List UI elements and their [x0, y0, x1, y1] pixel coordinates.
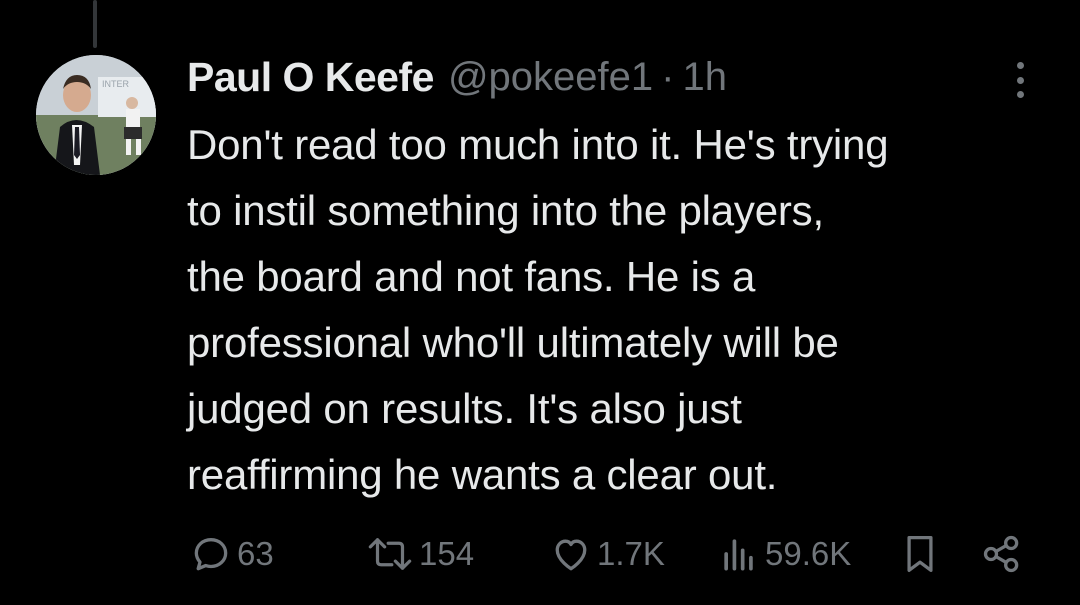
tweet-header: Paul O Keefe @pokeefe1 · 1h [187, 52, 727, 102]
tweet-text-line: reaffirming he wants a clear out. [187, 451, 778, 498]
reply-button[interactable]: 63 [189, 530, 274, 578]
header-separator: · [661, 54, 675, 99]
bar-chart-icon [724, 539, 753, 571]
ellipsis-dot [1016, 91, 1024, 98]
views-button[interactable]: 59.6K [717, 530, 851, 578]
tweet-text-line: to instil something into the players, [187, 187, 824, 234]
avatar[interactable]: INTER [36, 55, 156, 175]
view-count: 59.6K [765, 535, 852, 572]
tweet-actions-bar: 63 154 1.7K 59.6K [0, 530, 1080, 578]
avatar-sign-text: INTER [102, 79, 130, 89]
bookmark-button[interactable] [900, 530, 940, 578]
bookmark-icon [907, 536, 933, 572]
tweet-text-line: judged on results. It's also just [187, 385, 742, 432]
speech-bubble-icon [194, 538, 228, 571]
avatar-photo: INTER [36, 55, 156, 175]
ellipsis-dot [1016, 76, 1024, 84]
share-nodes-icon [983, 535, 1019, 573]
repost-arrows-icon [368, 538, 412, 570]
vertical-ellipsis-icon [1016, 62, 1024, 69]
like-count: 1.7K [597, 535, 665, 572]
reply-count: 63 [237, 535, 274, 572]
tweet-timestamp[interactable]: 1h [682, 55, 727, 100]
repost-button[interactable]: 154 [365, 530, 474, 578]
repost-count: 154 [419, 535, 475, 572]
author-handle[interactable]: @pokeefe1 [448, 55, 653, 100]
tweet-text-line: the board and not fans. He is a [187, 253, 756, 300]
tweet-text: Don't read too much into it. He's trying… [187, 112, 1057, 508]
heart-icon [555, 539, 587, 571]
more-options-button[interactable] [1006, 58, 1034, 102]
tweet-text-line: Don't read too much into it. He's trying [187, 121, 889, 168]
like-button[interactable]: 1.7K [549, 530, 665, 578]
author-display-name[interactable]: Paul O Keefe [187, 54, 434, 101]
thread-connector-line [93, 0, 97, 48]
tweet-text-line: professional who'll ultimately will be [187, 319, 839, 366]
share-button[interactable] [980, 530, 1024, 578]
